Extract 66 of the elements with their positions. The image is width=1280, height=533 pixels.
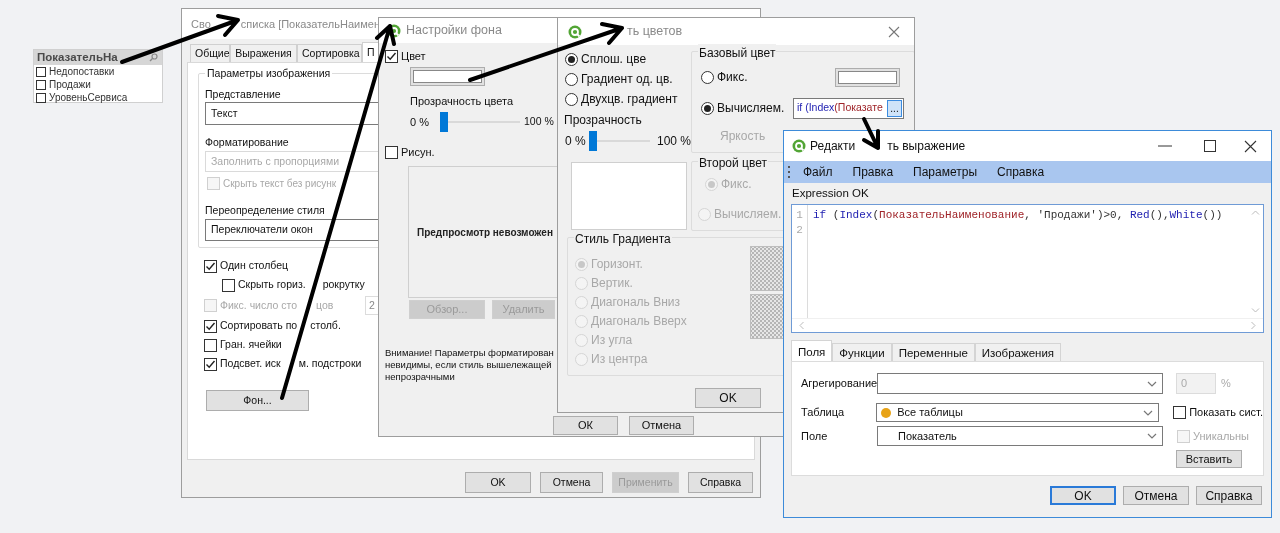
list-box-title: ПоказательНа xyxy=(37,49,118,65)
checkbox-label: Сортировать по xyxy=(220,318,298,334)
min-label: 0 % xyxy=(410,114,430,130)
radio-label: Диагональ Вверх xyxy=(591,313,687,330)
checkbox-label: столб. xyxy=(310,318,341,334)
field-label: Представление xyxy=(205,87,281,101)
checkbox-label: Подсвет. иск xyxy=(220,356,281,372)
warning-text: невидимы, если стиль вышележащей xyxy=(385,359,552,371)
checkbox-label: м. подстроки xyxy=(298,356,362,372)
checkbox-label: Уникальны xyxy=(1193,428,1249,444)
checkbox-label: Показать сист. xyxy=(1189,405,1263,421)
radio-label: Вычисляем. xyxy=(717,100,785,117)
slider-label: Прозрачность xyxy=(564,113,642,127)
radio-label: Сплош. цве xyxy=(581,51,647,68)
expression-text: if (Index(Показате xyxy=(797,100,883,116)
checkbox-label: Гран. ячейки xyxy=(220,337,282,353)
radio-label: Вертик. xyxy=(591,275,633,292)
field-label: Поле xyxy=(801,428,829,444)
field-label: Таблица xyxy=(801,405,846,421)
max-label: 100 % xyxy=(656,133,691,150)
checkbox-label: Продажи xyxy=(49,78,91,92)
radio-label: Горизонт. xyxy=(591,256,643,273)
checkbox-label: рокрутку xyxy=(322,277,365,293)
min-label: 0 % xyxy=(565,133,587,150)
radio-label: Двухцв. градиент xyxy=(581,91,678,108)
code-line: if (Index(ПоказательНаименование, 'Продажи')>0, Red(),White()) xyxy=(813,209,1223,221)
group-title: Параметры изображения xyxy=(205,66,333,82)
slider-label: Яркость xyxy=(719,129,767,143)
field-label: Форматирование xyxy=(205,135,289,149)
checkbox-label: Скрыть гориз. xyxy=(238,277,306,293)
dropdown-value: Все таблицы xyxy=(897,405,963,421)
window-title: Настройки фона xyxy=(406,22,502,40)
radio-label: Градиент од. цв. xyxy=(581,71,673,88)
unit-label: % xyxy=(1221,376,1231,392)
dropdown-value: Показатель xyxy=(898,428,957,444)
radio-label: Из центра xyxy=(591,351,648,368)
radio-label: Фикс. xyxy=(721,176,752,193)
window-title: ть цветов xyxy=(627,23,683,41)
radio-label: Диагональ Вниз xyxy=(591,294,680,311)
line-number: 1 xyxy=(796,208,803,223)
preview-message: Предпросмотр невозможен xyxy=(417,225,553,240)
checkbox-label: Скрыть текст без рисунк xyxy=(223,176,337,191)
slider-label: Прозрачность цвета xyxy=(410,94,514,108)
group-title: Базовый цвет xyxy=(698,44,777,62)
field-label: Переопределение стиля xyxy=(205,203,325,217)
checkbox-label: Недопоставки xyxy=(49,65,115,79)
window-title: ть выражение xyxy=(887,138,966,155)
checkbox-label: УровеньСервиса xyxy=(49,91,128,105)
checkbox-label: Один столбец xyxy=(220,258,289,274)
window-title: Сво xyxy=(191,16,211,32)
group-title: Второй цвет xyxy=(698,154,768,172)
checkbox-label: Рисун. xyxy=(401,144,435,160)
radio-label: Из угла xyxy=(591,332,633,349)
checkbox-label: цов xyxy=(316,297,334,313)
warning-text: непрозрачными xyxy=(385,371,455,383)
warning-text: Внимание! Параметры форматирован xyxy=(385,347,554,359)
radio-label: Фикс. xyxy=(717,69,748,86)
window-title: списка [ПоказательНаимен xyxy=(240,16,380,32)
checkbox-label: Цвет xyxy=(401,48,426,64)
window-title: Редакти xyxy=(810,138,856,155)
checkbox-label: Фикс. число сто xyxy=(220,297,297,313)
radio-label: Вычисляем. xyxy=(714,206,782,223)
max-label: 100 % xyxy=(524,114,554,130)
status-text: Expression OK xyxy=(791,186,870,200)
field-label: Агрегирование xyxy=(801,376,877,392)
line-number: 2 xyxy=(796,223,803,238)
